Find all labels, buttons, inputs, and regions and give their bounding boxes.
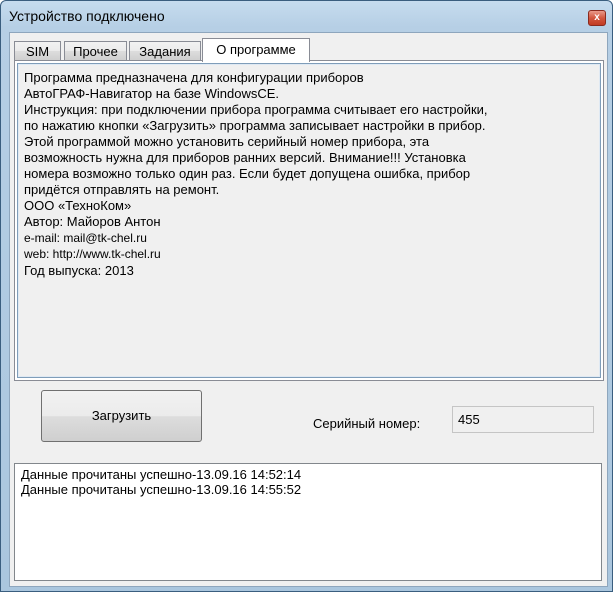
serial-number-label: Серийный номер: — [313, 416, 421, 431]
about-line: по нажатию кнопки «Загрузить» программа … — [24, 118, 486, 133]
close-button[interactable]: x — [588, 10, 606, 26]
log-box[interactable]: Данные прочитаны успешно-13.09.16 14:52:… — [14, 463, 602, 581]
tab-about[interactable]: О программе — [202, 38, 310, 62]
tab-tasks[interactable]: Задания — [129, 41, 201, 60]
log-line: Данные прочитаны успешно-13.09.16 14:55:… — [21, 482, 302, 497]
about-text-box[interactable]: Программа предназначена для конфигурации… — [17, 63, 601, 378]
title-bar[interactable]: Устройство подключено x — [1, 1, 612, 31]
close-icon: x — [594, 12, 600, 23]
about-line: web: http://www.tk-chel.ru — [24, 247, 161, 261]
tab-panel-about: Программа предназначена для конфигурации… — [14, 60, 604, 381]
about-line: Год выпуска: 2013 — [24, 263, 134, 278]
about-line: ООО «ТехноКом» — [24, 198, 132, 213]
about-line: номера возможно только один раз. Если бу… — [24, 166, 471, 181]
about-line: Инструкция: при подключении прибора прог… — [24, 102, 488, 117]
about-line: e-mail: mail@tk-chel.ru — [24, 231, 147, 245]
tab-other[interactable]: Прочее — [64, 41, 127, 60]
tab-sim[interactable]: SIM — [14, 41, 61, 60]
about-line: АвтоГРАФ-Навигатор на базе WindowsCE. — [24, 86, 280, 101]
tab-strip: SIM Прочее Задания О программе — [14, 38, 604, 62]
window-title: Устройство подключено — [9, 8, 165, 24]
about-line: возможность нужна для приборов ранних ве… — [24, 150, 466, 165]
about-line: придётся отправлять на ремонт. — [24, 182, 220, 197]
load-button[interactable]: Загрузить — [41, 390, 202, 442]
client-area: SIM Прочее Задания О программе Программа… — [9, 32, 608, 587]
about-line: Этой программой можно установить серийны… — [24, 134, 430, 149]
app-window: Устройство подключено x SIM Прочее Задан… — [0, 0, 613, 592]
serial-number-field[interactable]: 455 — [452, 406, 594, 433]
about-line: Программа предназначена для конфигурации… — [24, 70, 364, 85]
log-line: Данные прочитаны успешно-13.09.16 14:52:… — [21, 467, 302, 482]
about-line: Автор: Майоров Антон — [24, 214, 161, 229]
